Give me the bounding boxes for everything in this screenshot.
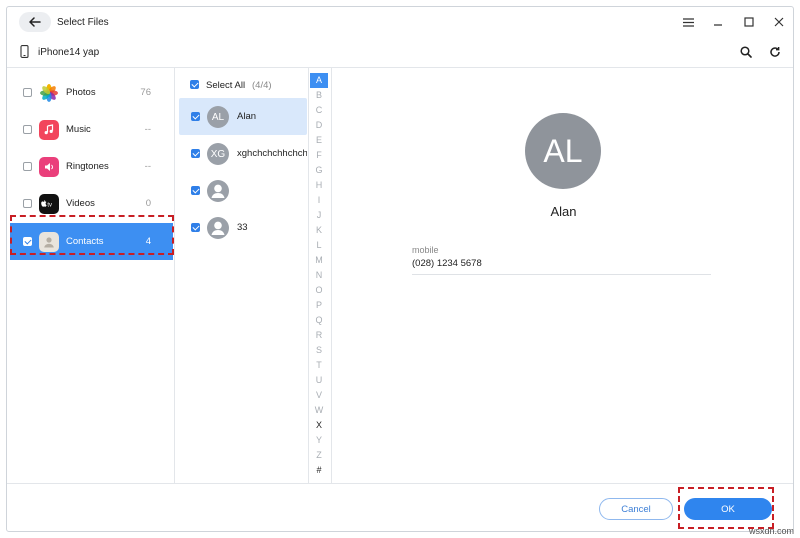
- alphabet-letter[interactable]: X: [310, 418, 328, 433]
- refresh-button[interactable]: [767, 44, 783, 60]
- field-divider: [412, 274, 711, 275]
- alphabet-letter[interactable]: M: [310, 253, 328, 268]
- tv-icon: tv: [39, 194, 59, 214]
- category-checkbox[interactable]: [23, 125, 32, 134]
- contact-name: xghchchchhchchc: [237, 148, 307, 159]
- category-count: --: [144, 161, 151, 172]
- category-photos[interactable]: Photos 76: [10, 74, 173, 111]
- contact-row-unnamed[interactable]: [179, 172, 307, 209]
- alphabet-letter[interactable]: O: [310, 283, 328, 298]
- alphabet-letter[interactable]: Y: [310, 433, 328, 448]
- contact-checkbox[interactable]: [191, 149, 200, 158]
- alphabet-letter[interactable]: Z: [310, 448, 328, 463]
- alphabet-letter[interactable]: P: [310, 298, 328, 313]
- category-sidebar: Photos 76 Music -- Ringtones -- tv Video…: [7, 68, 175, 483]
- contact-checkbox[interactable]: [191, 112, 200, 121]
- category-count: 0: [145, 198, 151, 209]
- detail-name: Alan: [550, 204, 577, 219]
- device-bar: iPhone14 yap: [7, 37, 793, 67]
- contact-list: Select All (4/4) AL Alan XG xghchchchhch…: [176, 68, 309, 483]
- select-files-window: Select Files iPhone14 yap Photos 76 Musi…: [6, 6, 794, 532]
- select-all-label: Select All: [206, 80, 246, 91]
- alphabet-letter[interactable]: S: [310, 343, 328, 358]
- contact-name: 33: [237, 222, 248, 233]
- close-button[interactable]: [770, 13, 788, 31]
- close-icon: [774, 17, 784, 27]
- person-icon: [207, 180, 229, 202]
- alphabet-letter[interactable]: I: [310, 193, 328, 208]
- back-button[interactable]: [19, 12, 51, 32]
- contact-row-33[interactable]: 33: [179, 209, 307, 246]
- alphabet-letter[interactable]: R: [310, 328, 328, 343]
- select-all-count: (4/4): [252, 80, 272, 91]
- arrow-left-icon: [29, 17, 41, 27]
- category-label: Photos: [66, 87, 96, 98]
- ringtones-icon: [39, 157, 59, 177]
- alphabet-letter[interactable]: H: [310, 178, 328, 193]
- avatar: AL: [207, 106, 229, 128]
- avatar: XG: [207, 143, 229, 165]
- svg-text:tv: tv: [47, 203, 52, 209]
- alphabet-letter[interactable]: T: [310, 358, 328, 373]
- footer: Cancel OK: [7, 483, 793, 531]
- contact-name: Alan: [237, 111, 257, 122]
- category-checkbox[interactable]: [23, 88, 32, 97]
- maximize-button[interactable]: [740, 13, 758, 31]
- title-bar: Select Files: [7, 7, 793, 37]
- select-all-checkbox[interactable]: [190, 80, 199, 89]
- alphabet-letter[interactable]: N: [310, 268, 328, 283]
- highlight-box-ok: [678, 487, 774, 529]
- alphabet-letter[interactable]: L: [310, 238, 328, 253]
- category-checkbox[interactable]: [23, 199, 32, 208]
- search-button[interactable]: [738, 44, 754, 60]
- music-icon: [39, 120, 59, 140]
- category-label: Ringtones: [66, 161, 109, 172]
- field-value: (028) 1234 5678: [412, 258, 482, 269]
- cancel-button[interactable]: Cancel: [599, 498, 673, 520]
- alphabet-letter[interactable]: Q: [310, 313, 328, 328]
- alphabet-letter[interactable]: C: [310, 103, 328, 118]
- field-label: mobile: [412, 245, 439, 255]
- category-count: --: [144, 124, 151, 135]
- window-title: Select Files: [57, 17, 109, 28]
- hamburger-icon: [682, 17, 694, 27]
- category-ringtones[interactable]: Ringtones --: [10, 148, 173, 185]
- minimize-button[interactable]: [709, 13, 727, 31]
- alphabet-letter[interactable]: E: [310, 133, 328, 148]
- phone-icon: [20, 45, 29, 58]
- menu-button[interactable]: [679, 13, 697, 31]
- alphabet-letter[interactable]: D: [310, 118, 328, 133]
- contact-row-alan[interactable]: AL Alan: [179, 98, 307, 135]
- watermark: wsxdn.com: [748, 526, 794, 536]
- category-label: Videos: [66, 198, 95, 209]
- alphabet-letter[interactable]: B: [310, 88, 328, 103]
- person-icon: [207, 217, 229, 239]
- detail-avatar: AL: [525, 113, 601, 189]
- minimize-icon: [714, 24, 722, 26]
- alphabet-index: A B C D E F G H I J K L M N O P Q R S T U V W X Y Z #: [310, 73, 328, 478]
- contact-checkbox[interactable]: [191, 186, 200, 195]
- category-label: Music: [66, 124, 91, 135]
- alphabet-letter[interactable]: #: [310, 463, 328, 478]
- alphabet-letter[interactable]: U: [310, 373, 328, 388]
- device-name: iPhone14 yap: [38, 47, 100, 58]
- photos-icon: [39, 83, 59, 103]
- alphabet-letter[interactable]: V: [310, 388, 328, 403]
- alphabet-letter[interactable]: A: [310, 73, 328, 88]
- alphabet-letter[interactable]: W: [310, 403, 328, 418]
- refresh-icon: [770, 47, 780, 57]
- maximize-icon: [744, 17, 754, 27]
- alphabet-letter[interactable]: G: [310, 163, 328, 178]
- contact-detail: AL Alan mobile (028) 1234 5678: [332, 68, 793, 483]
- category-checkbox[interactable]: [23, 162, 32, 171]
- alphabet-letter[interactable]: F: [310, 148, 328, 163]
- category-count: 76: [140, 87, 151, 98]
- search-icon: [740, 46, 752, 58]
- alphabet-letter[interactable]: K: [310, 223, 328, 238]
- contact-checkbox[interactable]: [191, 223, 200, 232]
- category-music[interactable]: Music --: [10, 111, 173, 148]
- highlight-box-contacts: [10, 215, 174, 255]
- alphabet-letter[interactable]: J: [310, 208, 328, 223]
- contact-row-xg[interactable]: XG xghchchchhchchc: [179, 135, 307, 172]
